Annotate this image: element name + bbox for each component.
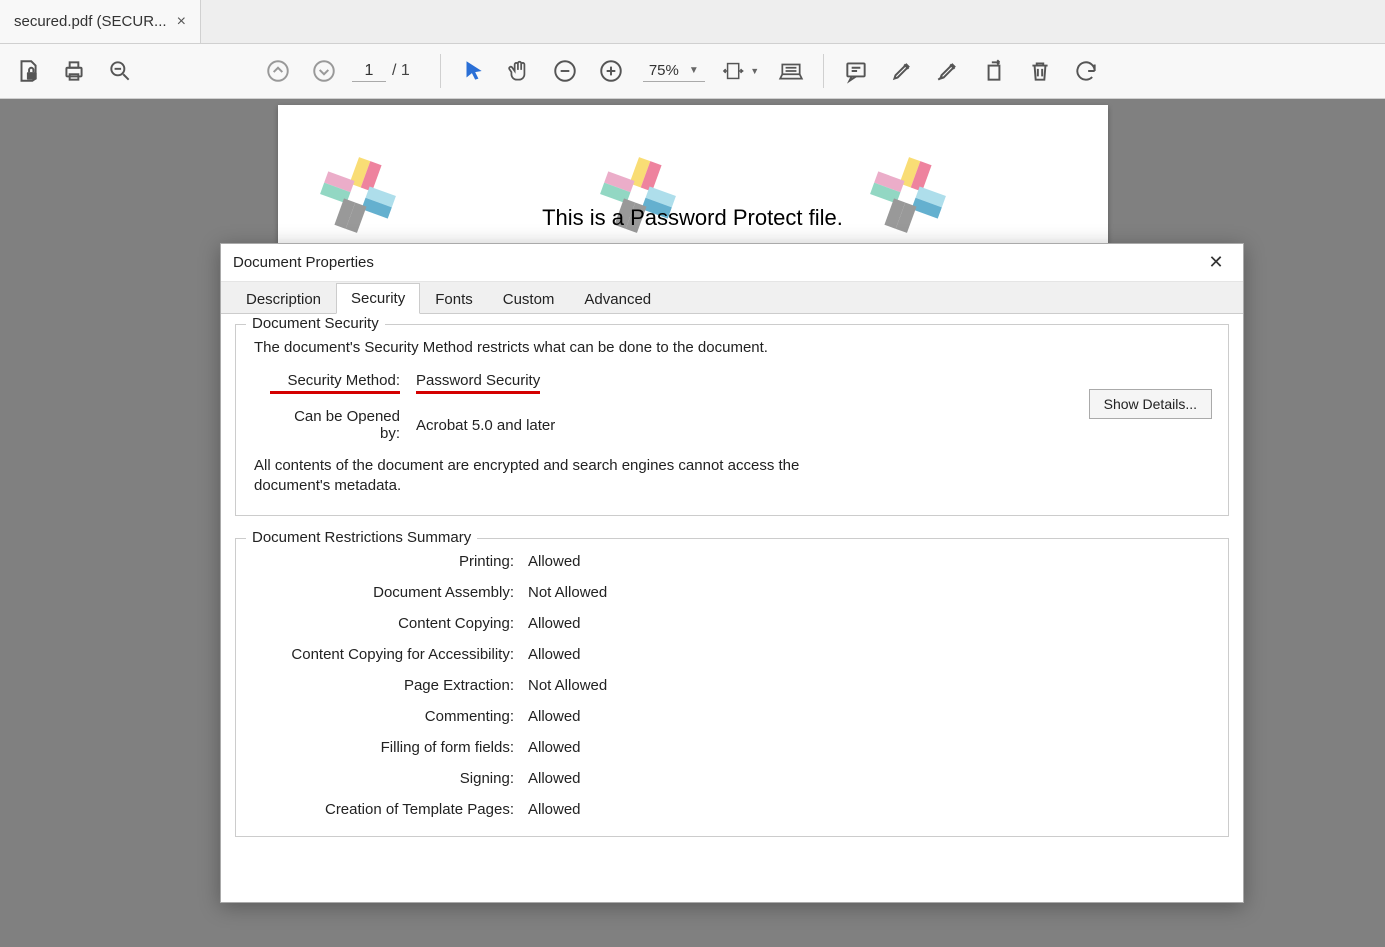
section-title: Document Restrictions Summary <box>246 529 477 546</box>
dialog-body: Document Security The document's Securit… <box>221 314 1243 902</box>
rotate-icon[interactable] <box>1064 49 1108 93</box>
restriction-label: Creation of Template Pages: <box>254 801 514 818</box>
secure-icon[interactable] <box>6 49 50 93</box>
pointer-icon[interactable] <box>451 49 495 93</box>
rotate-page-icon[interactable] <box>972 49 1016 93</box>
document-tab-bar: secured.pdf (SECUR... × <box>0 0 1385 44</box>
restriction-value: Allowed <box>528 553 1210 570</box>
toolbar-separator <box>440 54 441 88</box>
restriction-label: Filling of form fields: <box>254 739 514 756</box>
tab-custom[interactable]: Custom <box>488 284 570 314</box>
security-description: The document's Security Method restricts… <box>254 339 1210 356</box>
toolbar-separator <box>823 54 824 88</box>
tab-security[interactable]: Security <box>336 283 420 314</box>
restriction-label: Content Copying: <box>254 615 514 632</box>
tab-advanced[interactable]: Advanced <box>569 284 666 314</box>
zoom-in-icon[interactable] <box>589 49 633 93</box>
restriction-value: Allowed <box>528 708 1210 725</box>
restriction-value: Not Allowed <box>528 677 1210 694</box>
main-toolbar: / 1 75% ▼ ▼ <box>0 44 1385 99</box>
document-security-section: Document Security The document's Securit… <box>235 324 1229 516</box>
fit-width-icon[interactable]: ▼ <box>715 49 767 93</box>
restrictions-grid: Printing: Allowed Document Assembly: Not… <box>254 553 1210 818</box>
restriction-label: Signing: <box>254 770 514 787</box>
restriction-value: Allowed <box>528 770 1210 787</box>
restriction-value: Allowed <box>528 739 1210 756</box>
close-icon[interactable]: ✕ <box>1201 252 1231 273</box>
restriction-value: Allowed <box>528 615 1210 632</box>
restriction-label: Document Assembly: <box>254 584 514 601</box>
document-tab[interactable]: secured.pdf (SECUR... × <box>0 0 201 43</box>
print-icon[interactable] <box>52 49 96 93</box>
security-method-label: Security Method: <box>270 372 400 394</box>
hand-icon[interactable] <box>497 49 541 93</box>
tab-description[interactable]: Description <box>231 284 336 314</box>
eraser-icon[interactable] <box>926 49 970 93</box>
opened-by-value: Acrobat 5.0 and later <box>416 417 555 434</box>
zoom-dropdown[interactable]: 75% ▼ <box>643 60 705 82</box>
page-number-input[interactable] <box>352 61 386 82</box>
dialog-tabs: Description Security Fonts Custom Advanc… <box>221 282 1243 314</box>
restriction-label: Commenting: <box>254 708 514 725</box>
restriction-value: Allowed <box>528 646 1210 663</box>
restrictions-section: Document Restrictions Summary Printing: … <box>235 538 1229 837</box>
opened-by-label: Can be Opened by: <box>270 408 400 442</box>
document-properties-dialog: Document Properties ✕ Description Securi… <box>220 243 1244 903</box>
page-down-icon[interactable] <box>302 49 346 93</box>
security-note: All contents of the document are encrypt… <box>254 456 874 497</box>
chevron-down-icon: ▼ <box>750 66 759 76</box>
security-method-value: Password Security <box>416 372 540 394</box>
document-tab-title: secured.pdf (SECUR... <box>14 13 167 30</box>
chevron-down-icon: ▼ <box>689 65 699 76</box>
restriction-label: Content Copying for Accessibility: <box>254 646 514 663</box>
restriction-value: Not Allowed <box>528 584 1210 601</box>
zoom-value: 75% <box>649 62 679 79</box>
restriction-value: Allowed <box>528 801 1210 818</box>
page-up-icon[interactable] <box>256 49 300 93</box>
highlight-icon[interactable] <box>880 49 924 93</box>
dialog-titlebar: Document Properties ✕ <box>221 244 1243 282</box>
search-icon[interactable] <box>98 49 142 93</box>
page-content-text: This is a Password Protect file. <box>278 205 1108 231</box>
typewriter-icon[interactable] <box>769 49 813 93</box>
restriction-label: Page Extraction: <box>254 677 514 694</box>
page-separator: / 1 <box>392 62 410 80</box>
tab-fonts[interactable]: Fonts <box>420 284 488 314</box>
restriction-label: Printing: <box>254 553 514 570</box>
delete-icon[interactable] <box>1018 49 1062 93</box>
dialog-title: Document Properties <box>233 254 374 271</box>
comment-icon[interactable] <box>834 49 878 93</box>
show-details-button[interactable]: Show Details... <box>1089 389 1212 419</box>
zoom-out-icon[interactable] <box>543 49 587 93</box>
section-title: Document Security <box>246 315 385 332</box>
close-tab-icon[interactable]: × <box>177 13 186 31</box>
